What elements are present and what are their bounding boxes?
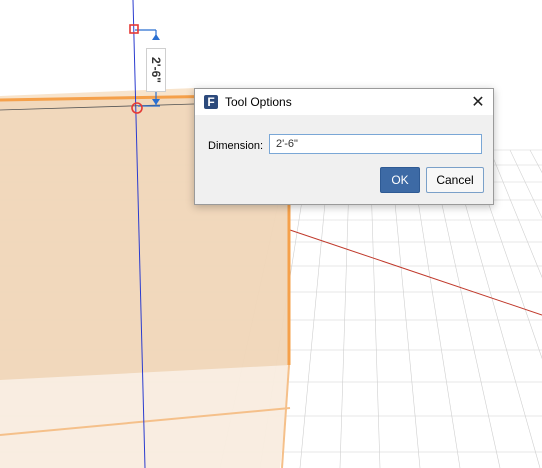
- dimension-readout: 2'-6": [146, 48, 166, 92]
- dimension-field-label: Dimension:: [208, 140, 264, 152]
- tool-options-dialog: F Tool Options ✕ Dimension: OK Cancel: [194, 88, 494, 205]
- dimension-input[interactable]: [269, 134, 482, 154]
- 3d-viewport[interactable]: [0, 0, 542, 468]
- ok-button[interactable]: OK: [380, 167, 420, 193]
- close-icon[interactable]: ✕: [463, 89, 493, 115]
- dimension-readout-text: 2'-6": [149, 57, 164, 83]
- dialog-titlebar[interactable]: F Tool Options ✕: [195, 89, 493, 115]
- dialog-title: Tool Options: [225, 95, 292, 109]
- cancel-button[interactable]: Cancel: [426, 167, 484, 193]
- app-logo-icon: F: [204, 95, 218, 109]
